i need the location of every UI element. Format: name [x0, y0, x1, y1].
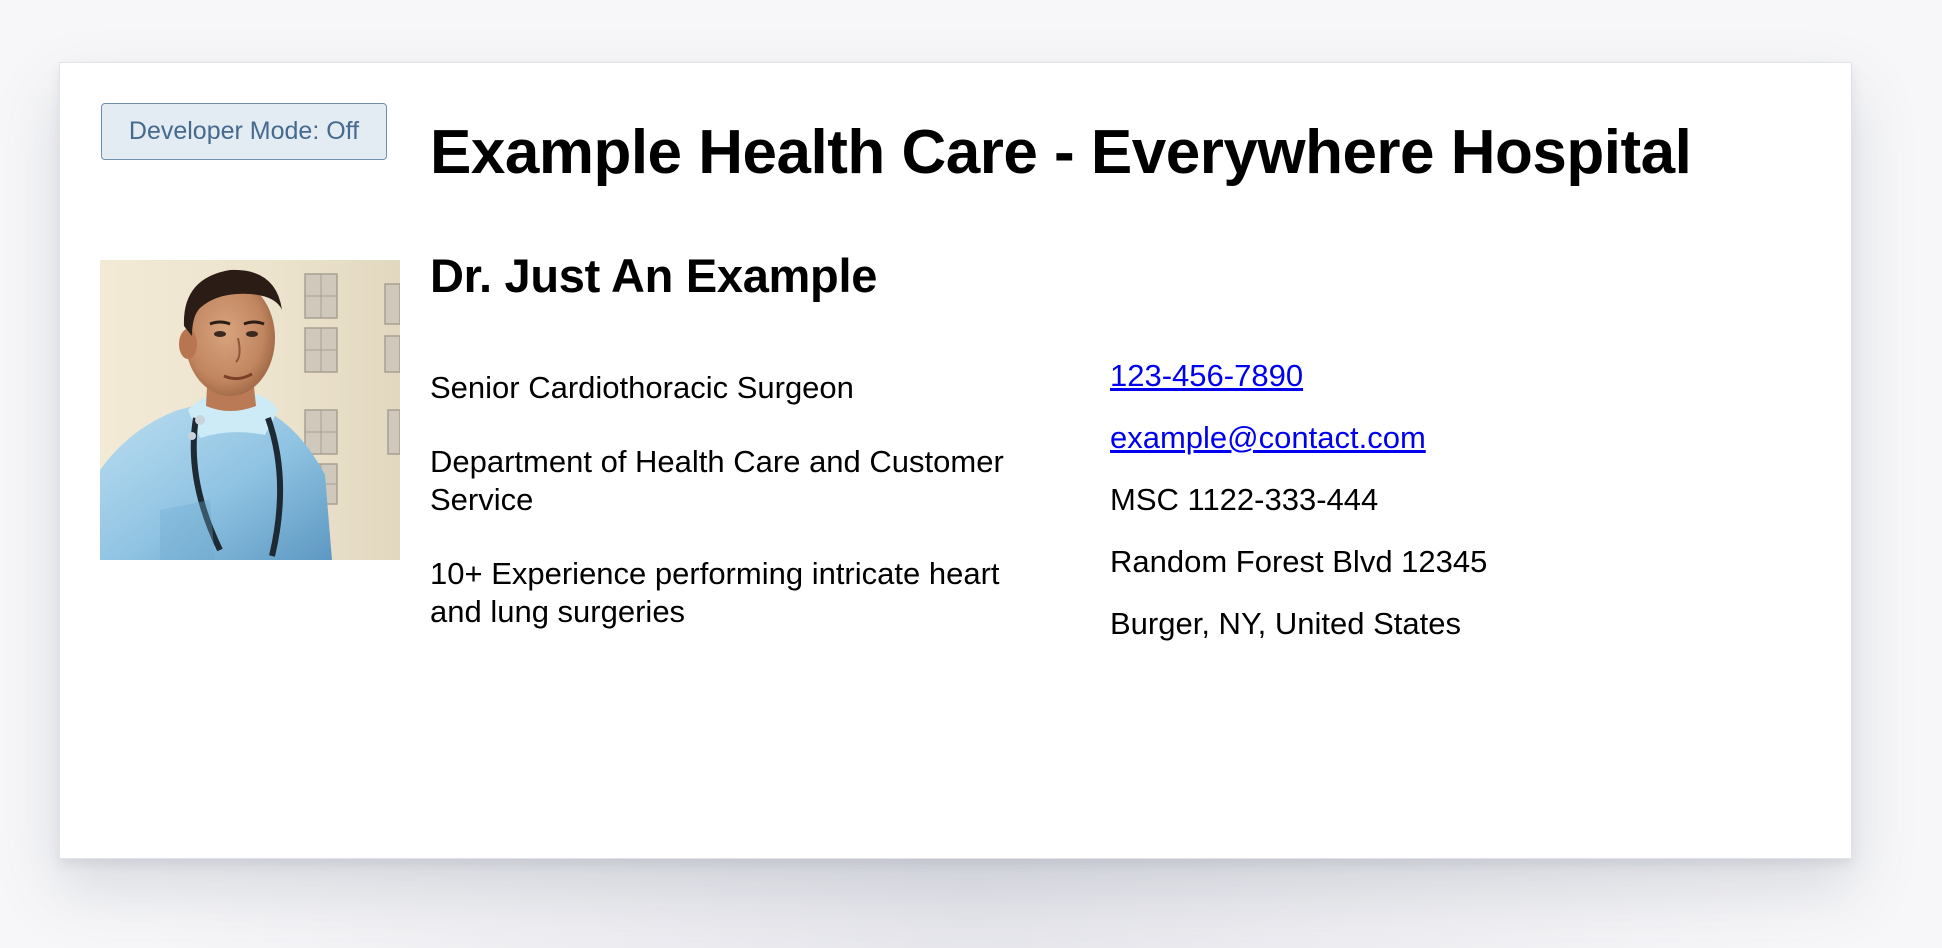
doctor-details: Senior Cardiothoracic Surgeon Department…	[430, 369, 1040, 667]
profile-card: Developer Mode: Off Example Health Care …	[59, 62, 1852, 859]
street-address: Random Forest Blvd 12345	[1110, 544, 1488, 579]
doctor-position: Senior Cardiothoracic Surgeon	[430, 370, 854, 405]
developer-mode-toggle-button[interactable]: Developer Mode: Off	[101, 103, 387, 160]
contact-details: 123-456-7890 example@contact.com MSC 112…	[1110, 357, 1810, 667]
doctor-department: Department of Health Care and Customer S…	[430, 444, 1004, 517]
email-link[interactable]: example@contact.com	[1110, 419, 1810, 457]
hospital-title: Example Health Care - Everywhere Hospita…	[430, 118, 1692, 187]
doctor-experience: 10+ Experience performing intricate hear…	[430, 556, 1000, 629]
doctor-name: Dr. Just An Example	[430, 249, 878, 302]
mail-stop-code: MSC 1122-333-444	[1110, 482, 1379, 517]
city-address: Burger, NY, United States	[1110, 606, 1461, 641]
phone-link[interactable]: 123-456-7890	[1110, 357, 1810, 395]
doctor-portrait-image	[100, 260, 400, 560]
